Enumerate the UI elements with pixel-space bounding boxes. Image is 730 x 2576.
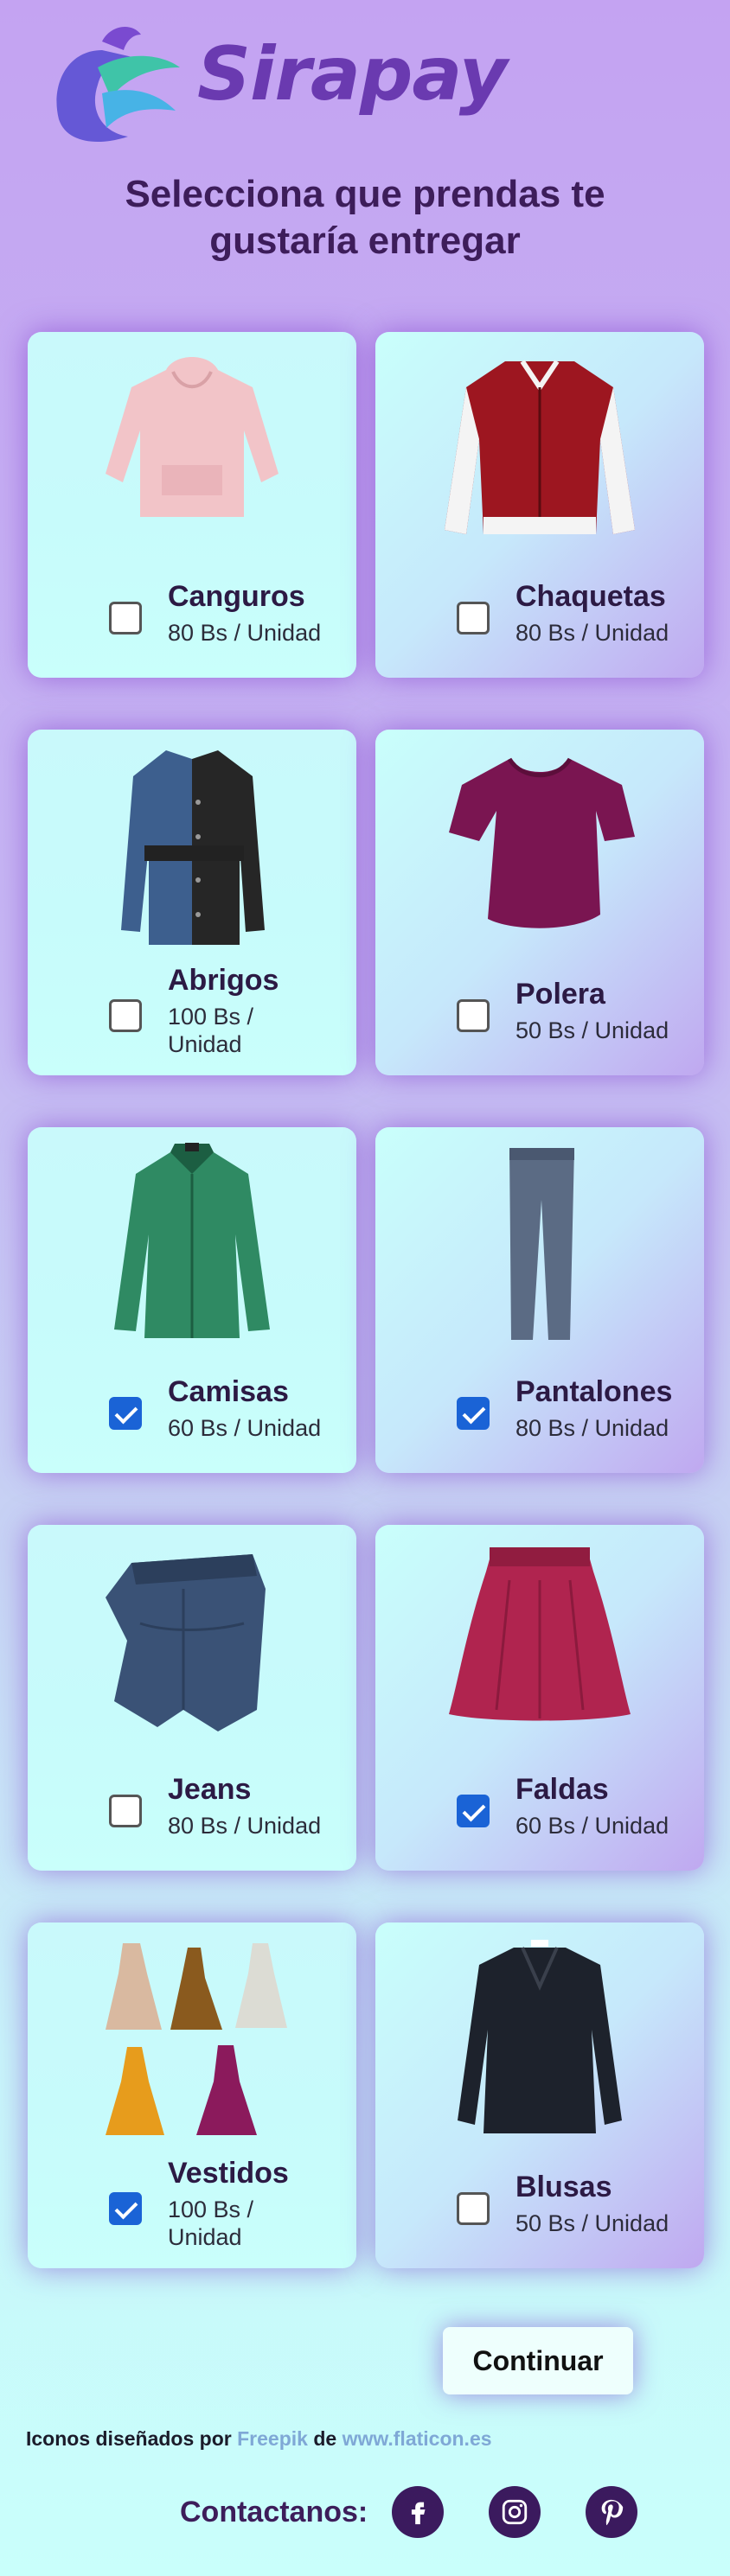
garment-name: Jeans: [168, 1773, 252, 1806]
garment-card-faldas[interactable]: Faldas 60 Bs / Unidad: [375, 1525, 704, 1871]
garment-grid: Canguros 80 Bs / Unidad Chaquetas 80 Bs …: [28, 332, 704, 2268]
garment-price: 60 Bs / Unidad: [168, 1415, 322, 1441]
garment-name: Abrigos: [168, 964, 279, 997]
garment-card-blusas[interactable]: Blusas 50 Bs / Unidad: [375, 1922, 704, 2268]
garment-card-canguros[interactable]: Canguros 80 Bs / Unidad: [28, 332, 356, 678]
garment-name: Pantalones: [515, 1375, 673, 1408]
checkbox-blusas[interactable]: [457, 2192, 490, 2225]
shirt-icon: [114, 1143, 270, 1338]
garment-name: Blusas: [515, 2171, 612, 2203]
contact-bar: Contactanos:: [180, 2486, 682, 2538]
garment-card-vestidos[interactable]: Vestidos 100 Bs / Unidad: [28, 1922, 356, 2268]
garment-name: Canguros: [168, 580, 305, 613]
tshirt-icon: [449, 757, 635, 928]
garment-card-camisas[interactable]: Camisas 60 Bs / Unidad: [28, 1127, 356, 1473]
garment-price: 100 Bs / Unidad: [168, 1004, 254, 1057]
checkbox-canguros[interactable]: [109, 602, 142, 634]
skirt-icon: [449, 1547, 631, 1721]
garment-name: Chaquetas: [515, 580, 666, 613]
garment-price: 60 Bs / Unidad: [515, 1813, 669, 1839]
brand-logo: Sirapay: [50, 16, 508, 154]
facebook-icon[interactable]: [392, 2486, 445, 2538]
garment-card-pantalones[interactable]: Pantalones 80 Bs / Unidad: [375, 1127, 704, 1473]
garment-price: 80 Bs / Unidad: [168, 1813, 322, 1839]
pinterest-icon[interactable]: [586, 2486, 638, 2538]
checkbox-pantalones[interactable]: [457, 1397, 490, 1430]
hoodie-icon: [106, 357, 279, 517]
garment-name: Camisas: [168, 1375, 289, 1408]
contact-label: Contactanos:: [180, 2495, 368, 2528]
garment-name: Polera: [515, 978, 605, 1011]
page-title: Selecciona que prendas te gustaría entre…: [125, 173, 605, 262]
checkbox-abrigos[interactable]: [109, 999, 142, 1032]
jeans-icon: [106, 1554, 266, 1731]
garment-card-chaquetas[interactable]: Chaquetas 80 Bs / Unidad: [375, 332, 704, 678]
jacket-icon: [445, 360, 635, 534]
checkbox-polera[interactable]: [457, 999, 490, 1032]
garment-price: 50 Bs / Unidad: [515, 1017, 669, 1043]
icon-credits: Iconos diseñados por Freepik de www.flat…: [26, 2427, 492, 2450]
brand-name: Sirapay: [197, 31, 508, 118]
garment-card-abrigos[interactable]: Abrigos 100 Bs / Unidad: [28, 730, 356, 1075]
checkbox-camisas[interactable]: [109, 1397, 142, 1430]
garment-price: 80 Bs / Unidad: [515, 1415, 669, 1441]
checkbox-jeans[interactable]: [109, 1795, 142, 1827]
garment-price: 100 Bs / Unidad: [168, 2197, 254, 2250]
garment-price: 80 Bs / Unidad: [515, 620, 669, 646]
flaticon-link[interactable]: www.flaticon.es: [343, 2427, 492, 2450]
checkbox-vestidos[interactable]: [109, 2192, 142, 2225]
garment-card-jeans[interactable]: Jeans 80 Bs / Unidad: [28, 1525, 356, 1871]
instagram-icon[interactable]: [489, 2486, 541, 2538]
garment-card-polera[interactable]: Polera 50 Bs / Unidad: [375, 730, 704, 1075]
continue-button[interactable]: Continuar: [443, 2327, 633, 2394]
checkbox-faldas[interactable]: [457, 1795, 490, 1827]
coat-icon: [121, 750, 265, 945]
freepik-link[interactable]: Freepik: [237, 2427, 308, 2450]
dresses-icon: [106, 1943, 287, 2135]
garment-name: Vestidos: [168, 2157, 289, 2190]
garment-price: 80 Bs / Unidad: [168, 620, 322, 646]
garment-name: Faldas: [515, 1773, 609, 1806]
bird-logo-icon: [56, 26, 180, 142]
pants-icon: [509, 1148, 574, 1340]
checkbox-chaquetas[interactable]: [457, 602, 490, 634]
blouse-icon: [458, 1940, 622, 2133]
garment-price: 50 Bs / Unidad: [515, 2210, 669, 2236]
